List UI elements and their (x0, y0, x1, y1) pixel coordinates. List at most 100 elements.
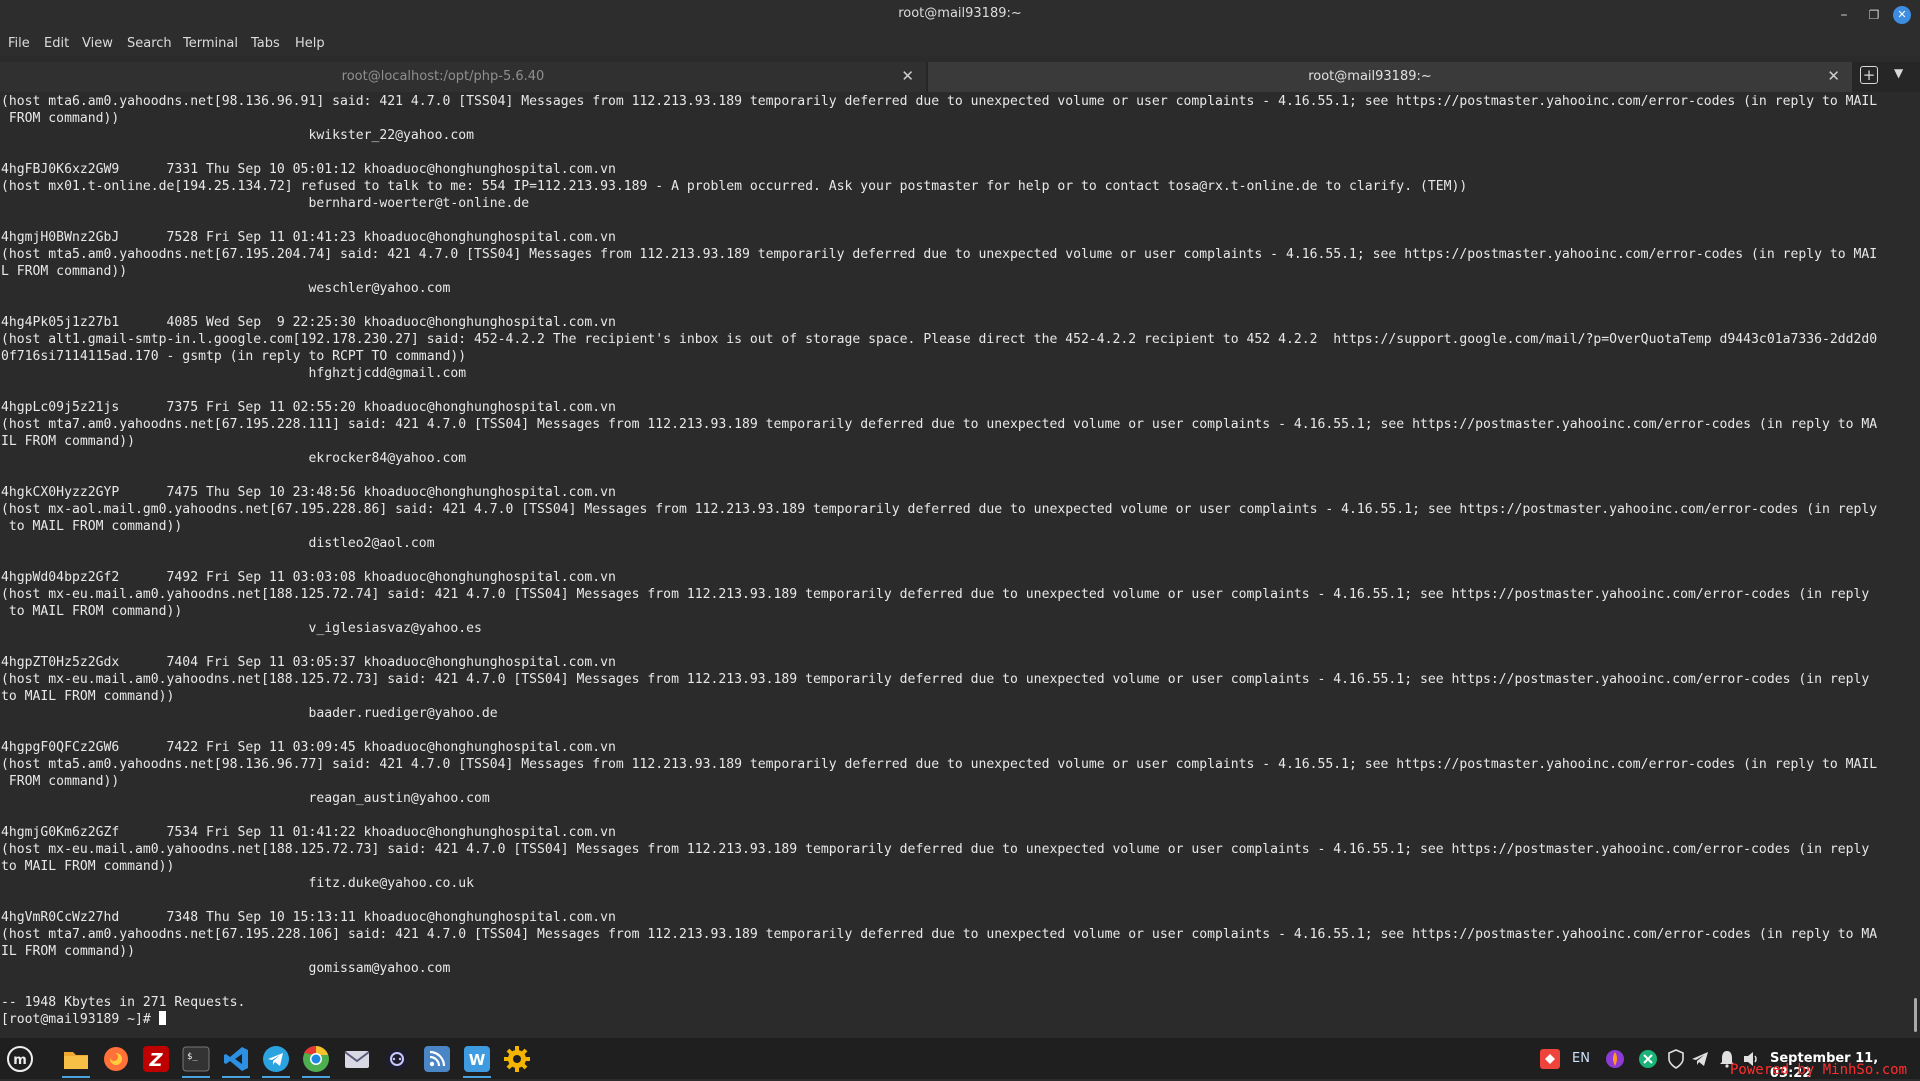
terminal-scrollbar[interactable] (1912, 92, 1920, 1032)
terminal-line: L FROM command)) (1, 264, 128, 279)
filezilla-icon[interactable]: Z (142, 1045, 170, 1073)
anydesk-tray-icon[interactable] (1540, 1049, 1560, 1069)
minimize-button[interactable]: – (1834, 5, 1854, 25)
terminal-line: IL FROM command)) (1, 944, 136, 959)
menu-edit[interactable]: Edit (44, 36, 69, 51)
tab-list-chevron-down-icon[interactable]: ▼ (1894, 66, 1903, 80)
shield-icon[interactable] (1666, 1049, 1686, 1069)
terminal-line: 4hgkCX0Hyzz2GYP 7475 Thu Sep 10 23:48:56… (1, 485, 616, 500)
window-title: root@mail93189:~ (898, 6, 1022, 21)
tab-bar: root@localhost:/opt/php-5.6.40 ✕ root@ma… (0, 62, 1920, 92)
menu-icon[interactable]: m (6, 1045, 34, 1073)
terminal-line: (host mta7.am0.yahoodns.net[67.195.228.1… (1, 927, 1878, 942)
menu-file[interactable]: File (8, 36, 30, 51)
terminal-line: v_iglesiasvaz@yahoo.es (1, 621, 482, 636)
terminal-line: gomissam@yahoo.com (1, 961, 451, 976)
svg-text:$_: $_ (187, 1052, 198, 1062)
terminal-line: distleo2@aol.com (1, 536, 435, 551)
tab-php-label: root@localhost:/opt/php-5.6.40 (341, 69, 545, 84)
vscode-icon[interactable] (222, 1045, 250, 1073)
terminal-text: (host mta6.am0.yahoodns.net[98.136.96.91… (1, 93, 1911, 1028)
chrome-icon[interactable] (302, 1045, 330, 1073)
cursor (158, 1011, 166, 1025)
xmind-tray-icon[interactable] (1638, 1049, 1658, 1069)
files-icon[interactable] (62, 1045, 90, 1073)
terminal-line: (host alt1.gmail-smtp-in.l.google.com[19… (1, 332, 1878, 347)
telegram-icon[interactable] (262, 1045, 290, 1073)
telegram-tray-icon[interactable] (1690, 1049, 1710, 1069)
menu-view[interactable]: View (82, 36, 113, 51)
terminal-line: bernhard-woerter@t-online.de (1, 196, 530, 211)
svg-text:m: m (13, 1053, 27, 1068)
menu-terminal[interactable]: Terminal (183, 36, 238, 51)
chatgpt-icon[interactable] (383, 1045, 411, 1073)
files-running-indicator (62, 1076, 90, 1078)
settings-icon[interactable] (503, 1045, 531, 1073)
terminal-line: (host mx-eu.mail.am0.yahoodns.net[188.12… (1, 672, 1870, 687)
maximize-button[interactable]: ❐ (1864, 5, 1884, 25)
svg-text:Z: Z (148, 1050, 163, 1071)
menu-bar: File Edit View Search Terminal Tabs Help (0, 30, 1920, 56)
terminal-line: (host mta5.am0.yahoodns.net[67.195.204.7… (1, 247, 1878, 262)
terminal-line: to MAIL FROM command)) (1, 519, 183, 534)
terminal-line: IL FROM command)) (1, 434, 136, 449)
tab-mail-close-icon[interactable]: ✕ (1827, 67, 1840, 85)
terminal-line: 4hgFBJ0K6xz2GW9 7331 Thu Sep 10 05:01:12… (1, 162, 616, 177)
terminal-prompt-line[interactable]: [root@mail93189 ~]# (1, 1011, 1911, 1028)
terminal-icon[interactable]: $_ (182, 1045, 210, 1073)
tab-php-close-icon[interactable]: ✕ (901, 67, 914, 85)
taskbar: m Z $_ W EN September 11, 03:22 (0, 1038, 1920, 1081)
terminal-line: (host mx-eu.mail.am0.yahoodns.net[188.12… (1, 842, 1870, 857)
tab-mail[interactable]: root@mail93189:~ ✕ (928, 62, 1852, 92)
vscode-running-indicator (222, 1076, 250, 1078)
tab-php[interactable]: root@localhost:/opt/php-5.6.40 ✕ (0, 62, 926, 92)
watermark: Powered by MinhSo.com (1730, 1062, 1908, 1078)
terminal-line: to MAIL FROM command)) (1, 689, 175, 704)
office-icon[interactable]: W (463, 1045, 491, 1073)
terminal-line: (host mx-eu.mail.am0.yahoodns.net[188.12… (1, 587, 1870, 602)
terminal-line: baader.ruediger@yahoo.de (1, 706, 498, 721)
terminal-line: 0f716si7114115ad.170 - gsmtp (in reply t… (1, 349, 467, 364)
terminal-lines: (host mta6.am0.yahoodns.net[98.136.96.91… (1, 93, 1911, 1011)
prompt: [root@mail93189 ~]# (1, 1012, 159, 1027)
close-window-button[interactable]: ✕ (1893, 6, 1911, 24)
terminal-line: reagan_austin@yahoo.com (1, 791, 490, 806)
scrollbar-thumb[interactable] (1914, 998, 1917, 1032)
mail-icon[interactable] (343, 1045, 371, 1073)
terminal-line: (host mx01.t-online.de[194.25.134.72] re… (1, 179, 1468, 194)
terminal-line: weschler@yahoo.com (1, 281, 451, 296)
telegram-running-indicator (262, 1076, 290, 1078)
terminal-line: ekrocker84@yahoo.com (1, 451, 467, 466)
menu-search[interactable]: Search (127, 36, 172, 51)
rss-icon[interactable] (423, 1045, 451, 1073)
terminal-output[interactable]: (host mta6.am0.yahoodns.net[98.136.96.91… (0, 92, 1912, 1032)
terminal-running-indicator (182, 1076, 210, 1078)
terminal-line: (host mta7.am0.yahoodns.net[67.195.228.1… (1, 417, 1878, 432)
terminal-line: to MAIL FROM command)) (1, 859, 175, 874)
terminal-line: (host mta5.am0.yahoodns.net[98.136.96.77… (1, 757, 1878, 772)
keyboard-language-indicator[interactable]: EN (1572, 1051, 1590, 1066)
firefox-icon[interactable] (102, 1045, 130, 1073)
terminal-line: 4hgpZT0Hz5z2Gdx 7404 Fri Sep 11 03:05:37… (1, 655, 616, 670)
terminal-line: 4hgmjH0BWnz2GbJ 7528 Fri Sep 11 01:41:23… (1, 230, 616, 245)
menu-tabs[interactable]: Tabs (251, 36, 280, 51)
menu-help[interactable]: Help (295, 36, 325, 51)
flameshot-tray-icon[interactable] (1605, 1049, 1625, 1069)
terminal-line: (host mta6.am0.yahoodns.net[98.136.96.91… (1, 94, 1878, 109)
terminal-line: to MAIL FROM command)) (1, 604, 183, 619)
terminal-line: FROM command)) (1, 774, 120, 789)
terminal-line: -- 1948 Kbytes in 271 Requests. (1, 995, 246, 1010)
office-running-indicator (463, 1076, 491, 1078)
title-bar: root@mail93189:~ – ❐ ✕ (0, 0, 1920, 30)
new-tab-button[interactable]: + (1860, 66, 1878, 84)
